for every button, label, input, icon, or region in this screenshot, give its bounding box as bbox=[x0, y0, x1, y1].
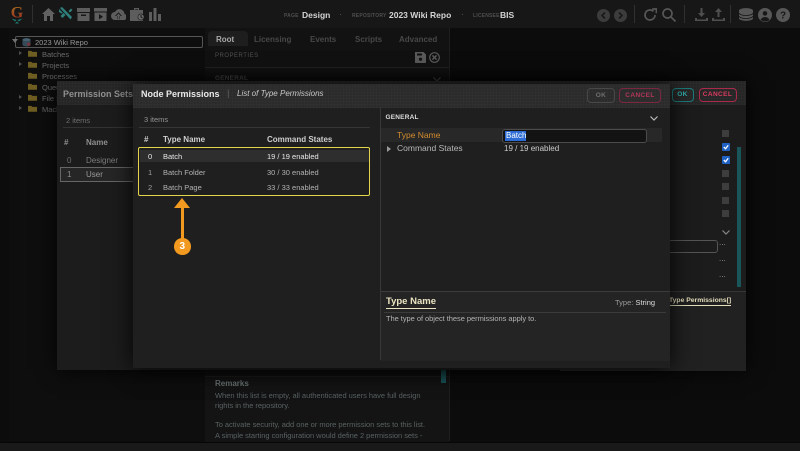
svg-text:?: ? bbox=[780, 11, 786, 22]
